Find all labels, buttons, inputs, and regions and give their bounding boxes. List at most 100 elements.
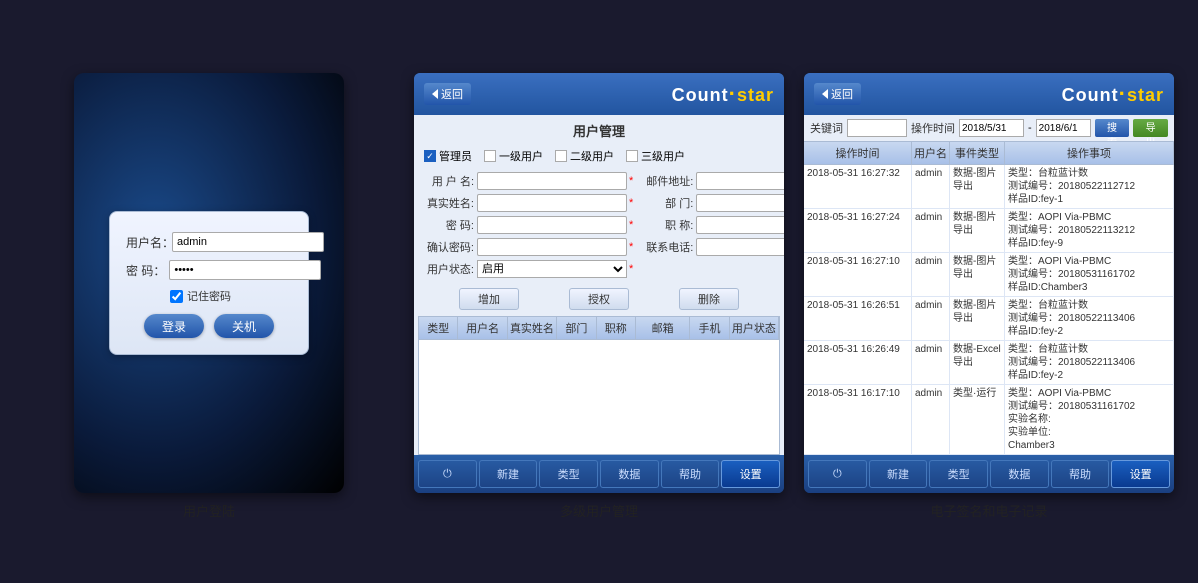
- form-realname-input[interactable]: [477, 194, 627, 212]
- level2-checkbox[interactable]: [555, 150, 567, 162]
- date-to-input[interactable]: [1036, 119, 1091, 137]
- user-type-admin[interactable]: ✓ 管理员: [424, 148, 472, 164]
- level1-checkbox[interactable]: [484, 150, 496, 162]
- log-panel-content: 关键词 操作时间 - 搜索 导出 操作时间 用户名 事件类型 操作事项: [804, 115, 1174, 455]
- authorize-button[interactable]: 授权: [569, 288, 629, 310]
- form-confirm-input[interactable]: [477, 238, 627, 256]
- form-job-input[interactable]: [696, 216, 784, 234]
- log-back-button[interactable]: 返回: [814, 83, 861, 105]
- log-evtype-4: 数据-图片导出: [950, 297, 1005, 340]
- form-realname-label: 真实姓名:: [422, 195, 474, 211]
- level3-checkbox[interactable]: [626, 150, 638, 162]
- form-status-label: 用户状态:: [422, 261, 474, 277]
- log-time-1: 2018-05-31 16:27:32: [804, 165, 912, 208]
- user-footer-settings[interactable]: 设置: [721, 460, 780, 488]
- form-password-input[interactable]: [477, 216, 627, 234]
- password-input[interactable]: [169, 260, 321, 280]
- log-row-1[interactable]: 2018-05-31 16:27:32 admin 数据-图片导出 类型：台粒蓝…: [804, 165, 1174, 209]
- search-keyword-input[interactable]: [847, 119, 907, 137]
- phone-form-row: 联系电话:: [641, 238, 784, 256]
- log-user-2: admin: [912, 209, 950, 252]
- realname-form-row: 真实姓名: *: [422, 194, 633, 212]
- form-password-label: 密 码:: [422, 217, 474, 233]
- log-brand-part2: star: [1127, 85, 1164, 105]
- col-email-header: 邮箱: [636, 317, 690, 339]
- log-col-time-header: 操作时间: [804, 142, 912, 164]
- form-status-select[interactable]: 启用 禁用: [477, 260, 627, 278]
- col-type-header: 类型: [419, 317, 458, 339]
- export-button[interactable]: 导出: [1133, 119, 1168, 137]
- user-type-level1[interactable]: 一级用户: [484, 148, 543, 164]
- form-phone-input[interactable]: [696, 238, 784, 256]
- user-management-panel: 返回 Count·star 用户管理 ✓ 管理员 一级用户: [414, 73, 784, 493]
- log-time-4: 2018-05-31 16:26:51: [804, 297, 912, 340]
- form-email-input[interactable]: [696, 172, 784, 190]
- log-table-body: 2018-05-31 16:27:32 admin 数据-图片导出 类型：台粒蓝…: [804, 165, 1174, 455]
- user-footer-data[interactable]: 数据: [600, 460, 659, 488]
- delete-user-button[interactable]: 删除: [679, 288, 739, 310]
- add-user-button[interactable]: 增加: [459, 288, 519, 310]
- log-back-arrow-icon: [822, 89, 828, 99]
- log-row-5[interactable]: 2018-05-31 16:26:49 admin 数据-Excel导出 类型：…: [804, 341, 1174, 385]
- brand-logo: Count·star: [672, 81, 774, 107]
- log-evtype-5: 数据-Excel导出: [950, 341, 1005, 384]
- login-button[interactable]: 登录: [144, 314, 204, 338]
- status-form-row: 用户状态: 启用 禁用 *: [422, 260, 633, 278]
- brand-dot: ·: [729, 81, 737, 106]
- form-username-label: 用 户 名:: [422, 173, 474, 189]
- log-row-2[interactable]: 2018-05-31 16:27:24 admin 数据-图片导出 类型：AOP…: [804, 209, 1174, 253]
- date-from-input[interactable]: [959, 119, 1024, 137]
- email-form-row: 邮件地址:: [641, 172, 784, 190]
- log-footer-data[interactable]: 数据: [990, 460, 1049, 488]
- log-row-4[interactable]: 2018-05-31 16:26:51 admin 数据-图片导出 类型：台粒蓝…: [804, 297, 1174, 341]
- form-username-input[interactable]: [477, 172, 627, 190]
- user-type-level2[interactable]: 二级用户: [555, 148, 614, 164]
- user-panel-content: 用户管理 ✓ 管理员 一级用户 二级用户: [414, 115, 784, 455]
- search-button[interactable]: 搜索: [1095, 119, 1130, 137]
- log-footer-help[interactable]: 帮助: [1051, 460, 1110, 488]
- job-form-row: 职 称:: [641, 216, 784, 234]
- log-row-6[interactable]: 2018-05-31 16:17:10 admin 类型·运行 类型：AOPI …: [804, 385, 1174, 455]
- log-col-ops-header: 操作事项: [1005, 142, 1174, 164]
- action-buttons: 增加 授权 删除: [414, 282, 784, 316]
- log-footer-power[interactable]: ⏻: [808, 460, 867, 488]
- log-row-3[interactable]: 2018-05-31 16:27:10 admin 数据-图片导出 类型：AOP…: [804, 253, 1174, 297]
- close-button[interactable]: 关机: [214, 314, 274, 338]
- log-footer-type[interactable]: 类型: [929, 460, 988, 488]
- form-dept-input[interactable]: [696, 194, 784, 212]
- log-ops-2: 类型：AOPI Via-PBMC测试编号：20180522113212样品ID:…: [1005, 209, 1174, 252]
- user-footer-new[interactable]: 新建: [479, 460, 538, 488]
- log-ops-6: 类型：AOPI Via-PBMC测试编号：20180531161702实验名称:…: [1005, 385, 1174, 454]
- username-input[interactable]: [172, 232, 324, 252]
- power-icon: ⏻: [443, 468, 452, 481]
- log-user-5: admin: [912, 341, 950, 384]
- col-status-header: 用户状态: [730, 317, 779, 339]
- log-col-user-header: 用户名: [912, 142, 950, 164]
- user-type-level3[interactable]: 三级用户: [626, 148, 685, 164]
- admin-checkbox[interactable]: ✓: [424, 150, 436, 162]
- remember-checkbox[interactable]: [170, 290, 183, 303]
- form-email-label: 邮件地址:: [641, 173, 693, 189]
- log-user-4: admin: [912, 297, 950, 340]
- user-footer-help[interactable]: 帮助: [661, 460, 720, 488]
- log-time-6: 2018-05-31 16:17:10: [804, 385, 912, 454]
- form-job-label: 职 称:: [641, 217, 693, 233]
- log-panel: 返回 Count·star 关键词 操作时间 - 搜索 导出: [804, 73, 1174, 493]
- remember-row[interactable]: 记住密码: [170, 288, 292, 304]
- log-footer-settings[interactable]: 设置: [1111, 460, 1170, 488]
- log-evtype-2: 数据-图片导出: [950, 209, 1005, 252]
- log-ops-1: 类型：台粒蓝计数测试编号：20180522112712样品ID:fey-1: [1005, 165, 1174, 208]
- search-bar: 关键词 操作时间 - 搜索 导出: [804, 115, 1174, 141]
- user-table-header: 类型 用户名 真实姓名 部门 职称 邮箱 手机 用户状态: [419, 317, 779, 340]
- brand-part2: star: [737, 85, 774, 105]
- date-separator: -: [1028, 122, 1032, 134]
- log-brand-part1: Count: [1062, 85, 1119, 105]
- user-footer-type[interactable]: 类型: [539, 460, 598, 488]
- user-back-button[interactable]: 返回: [424, 83, 471, 105]
- log-time-5: 2018-05-31 16:26:49: [804, 341, 912, 384]
- user-footer-power[interactable]: ⏻: [418, 460, 477, 488]
- password-row: 密 码：: [126, 260, 292, 280]
- log-footer-new[interactable]: 新建: [869, 460, 928, 488]
- login-caption: 用户登陆: [24, 501, 394, 520]
- search-time-label: 操作时间: [911, 120, 955, 136]
